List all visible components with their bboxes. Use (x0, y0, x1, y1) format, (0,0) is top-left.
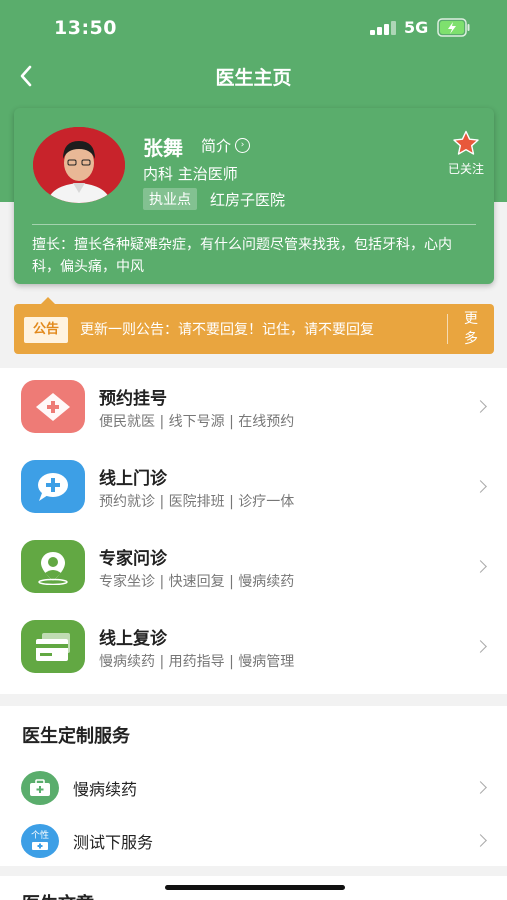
custom-service-item[interactable]: 个性 测试下服务 (0, 816, 507, 864)
doctor-avatar (33, 127, 125, 203)
notice-more-button[interactable]: 更多 (461, 309, 481, 349)
service-title: 预约挂号 (99, 389, 167, 409)
service-expert-consult[interactable]: 专家问诊 专家坐诊 | 快速回复 | 慢病续药 (0, 528, 507, 608)
service-title: 专家问诊 (99, 549, 167, 569)
chevron-right-icon (474, 400, 487, 413)
custom-service-item[interactable]: 慢病续药 (0, 763, 507, 811)
medicine-box-icon (21, 771, 59, 805)
service-list: 预约挂号 便民就医 | 线下号源 | 在线预约 线上门诊 预约就诊 | 医院排班… (0, 368, 507, 694)
doctor-specialty: 擅长：擅长各种疑难杂症，有什么问题尽管来找我，包括牙科，心内科，偏头痛，中风 (32, 237, 452, 275)
service-title: 线上门诊 (99, 469, 167, 489)
follow-button[interactable]: 已关注 (444, 130, 488, 177)
network-type: 5G (404, 18, 429, 37)
chevron-right-icon (474, 480, 487, 493)
doctor-location-icon (21, 540, 85, 593)
doctor-department-title: 内科 主治医师 (143, 165, 238, 183)
practice-tag: 执业点 (143, 188, 197, 210)
notice-divider (447, 314, 448, 344)
service-online-clinic[interactable]: 线上门诊 预约就诊 | 医院排班 | 诊疗一体 (0, 448, 507, 528)
page-title: 医生主页 (215, 67, 292, 89)
card-icon (21, 620, 85, 673)
doctor-name: 张舞 (143, 136, 183, 160)
doctor-hospital: 红房子医院 (210, 191, 286, 209)
notice-text: 更新一则公告：请不要回复！记住，请不要回复 (80, 322, 374, 338)
service-title: 线上复诊 (99, 629, 167, 649)
custom-service-label: 慢病续药 (73, 780, 138, 799)
notice-caret (41, 297, 55, 304)
notice-badge: 公告 (24, 317, 68, 343)
service-subtitle: 专家坐诊 | 快速回复 | 慢病续药 (99, 574, 295, 590)
service-appointment[interactable]: 预约挂号 便民就医 | 线下号源 | 在线预约 (0, 368, 507, 448)
chevron-right-icon (474, 560, 487, 573)
service-subtitle: 慢病续药 | 用药指导 | 慢病管理 (99, 654, 295, 670)
status-bar: 13:50 5G (0, 0, 507, 54)
medical-cross-icon (21, 380, 85, 433)
nav-bar: 医生主页 (0, 54, 507, 98)
home-indicator[interactable] (165, 885, 345, 890)
chevron-right-icon (474, 781, 487, 794)
section-heading: 医生定制服务 (22, 726, 130, 747)
chat-plus-icon (21, 460, 85, 513)
chevron-right-icon (474, 834, 487, 847)
chevron-right-icon (474, 640, 487, 653)
service-subtitle: 预约就诊 | 医院排班 | 诊疗一体 (99, 494, 295, 510)
custom-service-label: 测试下服务 (73, 833, 154, 852)
notice-bar[interactable]: 公告 更新一则公告：请不要回复！记住，请不要回复 更多 (14, 297, 494, 354)
card-divider (32, 224, 476, 225)
section-heading: 医生文章 (22, 890, 94, 900)
personal-service-icon-text: 个性 (30, 831, 49, 841)
intro-label: 简介 (201, 137, 232, 155)
status-time: 13:50 (54, 17, 117, 39)
star-icon (453, 130, 479, 155)
arrow-right-circle-icon: › (235, 138, 251, 153)
follow-label: 已关注 (447, 162, 484, 176)
service-online-followup[interactable]: 线上复诊 慢病续药 | 用药指导 | 慢病管理 (0, 608, 507, 688)
custom-services-section: 医生定制服务 慢病续药 个性 测试下服务 (0, 706, 507, 866)
personal-service-icon: 个性 (21, 824, 59, 858)
service-subtitle: 便民就医 | 线下号源 | 在线预约 (99, 414, 295, 430)
doctor-card: 张舞 简介 › 内科 主治医师 执业点 红房子医院 已关注 擅长：擅长各种疑难杂… (14, 108, 494, 284)
signal-icon (370, 21, 398, 35)
battery-icon (437, 18, 470, 37)
doctor-intro-link[interactable]: 简介 › (201, 135, 251, 156)
